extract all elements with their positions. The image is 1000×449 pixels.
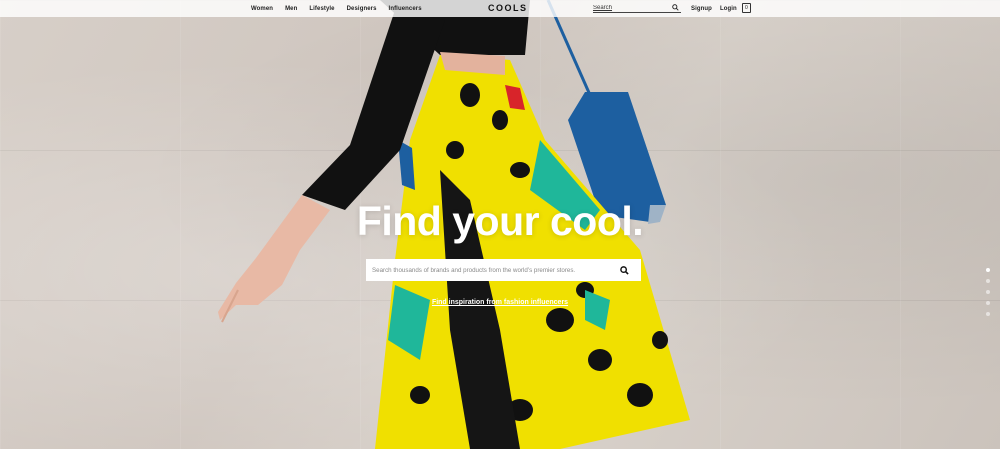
slide-pager bbox=[986, 268, 990, 316]
header-search bbox=[593, 4, 681, 13]
pager-dot[interactable] bbox=[986, 301, 990, 305]
nav-influencers[interactable]: Influencers bbox=[389, 6, 422, 12]
hero-headline: Find your cool. bbox=[356, 198, 644, 244]
influencers-inspiration-link[interactable]: Find inspiration from fashion influencer… bbox=[0, 299, 1000, 306]
auth-links: Signup Login bbox=[691, 0, 737, 17]
pager-dot[interactable] bbox=[986, 312, 990, 316]
signup-link[interactable]: Signup bbox=[691, 6, 712, 12]
primary-nav: Women Men Lifestyle Designers Influencer… bbox=[251, 0, 422, 17]
hero-search-bar bbox=[366, 259, 641, 281]
nav-women[interactable]: Women bbox=[251, 6, 273, 12]
pager-dot[interactable] bbox=[986, 290, 990, 294]
nav-designers[interactable]: Designers bbox=[347, 6, 377, 12]
brand-logo[interactable]: COOLS bbox=[488, 3, 528, 13]
search-icon[interactable] bbox=[672, 4, 679, 11]
nav-men[interactable]: Men bbox=[285, 6, 297, 12]
nav-lifestyle[interactable]: Lifestyle bbox=[309, 6, 334, 12]
header-search-input[interactable] bbox=[593, 4, 667, 12]
cart-count: 0 bbox=[745, 5, 748, 11]
shopping-bag-icon[interactable]: 0 bbox=[742, 3, 751, 13]
hero-search-input[interactable] bbox=[372, 266, 620, 274]
login-link[interactable]: Login bbox=[720, 6, 737, 12]
search-icon[interactable] bbox=[620, 265, 629, 275]
pager-dot[interactable] bbox=[986, 279, 990, 283]
pager-dot[interactable] bbox=[986, 268, 990, 272]
top-nav-bar: Women Men Lifestyle Designers Influencer… bbox=[0, 0, 1000, 17]
